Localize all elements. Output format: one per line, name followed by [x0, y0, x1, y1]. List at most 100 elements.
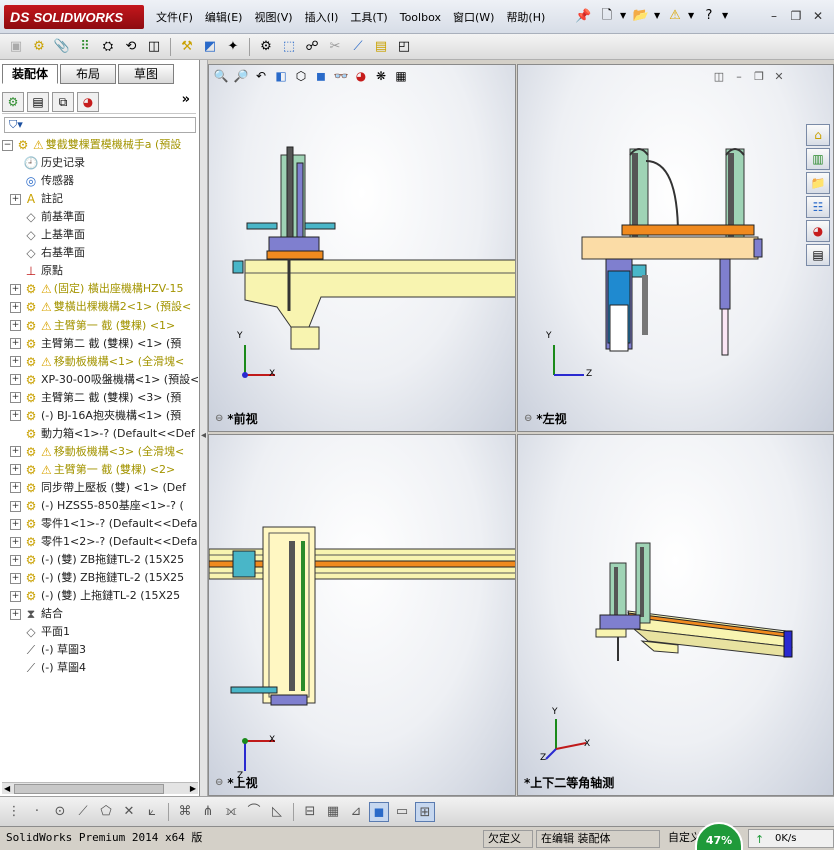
tree-item[interactable]: + ⚙ ⚠ 主臂第一 截 (雙棵) <2>: [10, 461, 175, 479]
linear-pattern-icon[interactable]: ⠿: [75, 37, 95, 57]
tree-item[interactable]: + ⚙ ⚠ 移動板機構<3> (全滑塊<: [10, 443, 184, 461]
scroll-right-icon[interactable]: ▶: [190, 783, 196, 795]
expand-toggle-icon[interactable]: +: [10, 392, 21, 404]
configuration-manager-icon[interactable]: ⧉: [52, 91, 74, 112]
tree-item[interactable]: − ⚙ ⚠ 雙截雙棵置模機械手a (預設: [2, 136, 181, 154]
chevron-down-icon[interactable]: ▼: [688, 6, 696, 26]
expand-toggle-icon[interactable]: +: [10, 283, 21, 295]
mate-icon[interactable]: 📎: [52, 37, 72, 57]
menu-toolbox[interactable]: Toolbox: [394, 11, 447, 24]
interference-detection-icon[interactable]: ✂: [325, 37, 345, 57]
pin-icon[interactable]: 📌: [575, 9, 591, 24]
relations-icon[interactable]: ⊿: [346, 802, 366, 822]
open-folder-icon[interactable]: 📂: [632, 6, 650, 26]
more-tabs-icon[interactable]: »: [182, 92, 190, 107]
close-icon[interactable]: ✕: [810, 8, 826, 24]
expand-toggle-icon[interactable]: +: [10, 410, 21, 422]
tab-layout[interactable]: 布局: [60, 64, 116, 84]
collapse-panel-icon[interactable]: ◂: [201, 416, 207, 456]
explode-line-sketch-icon[interactable]: ☍: [302, 37, 322, 57]
viewport-isometric[interactable]: Y X Z *上下二等角轴测: [517, 434, 834, 796]
viewport-minimize-icon[interactable]: –: [732, 70, 746, 84]
convert-icon[interactable]: ⟗: [221, 802, 241, 822]
previous-view-icon[interactable]: ↶: [252, 67, 270, 85]
link-views-icon[interactable]: ⊖: [215, 777, 223, 788]
chamfer-icon[interactable]: ◺: [267, 802, 287, 822]
viewport-left[interactable]: Y Z ⊖ *左视: [517, 64, 834, 432]
new-motion-study-icon[interactable]: ✦: [223, 37, 243, 57]
display-manager-icon[interactable]: ◕: [77, 91, 99, 112]
dimension-icon[interactable]: ⊟: [300, 802, 320, 822]
shaded-display-icon[interactable]: ◼: [369, 801, 389, 822]
grid-icon[interactable]: ▦: [323, 802, 343, 822]
expand-toggle-icon[interactable]: +: [10, 446, 21, 458]
file-explorer-icon[interactable]: 📁: [806, 172, 830, 194]
expand-toggle-icon[interactable]: +: [10, 464, 21, 476]
tree-item[interactable]: + ⚙ 同步帶上壓板 (雙) <1> (Def: [10, 479, 186, 497]
link-views-icon[interactable]: ⊖: [215, 413, 223, 424]
tree-item[interactable]: + ⚙ 零件1<2>-? (Default<<Defa: [10, 533, 198, 551]
component-icon[interactable]: ▣: [6, 37, 26, 57]
edit-appearance-icon[interactable]: ◕: [352, 67, 370, 85]
hide-show-items-icon[interactable]: 👓: [332, 67, 350, 85]
insert-component-icon[interactable]: ⚙: [29, 37, 49, 57]
feature-manager-icon[interactable]: ⚙: [2, 91, 24, 112]
solidworks-logo[interactable]: DS SOLIDWORKS: [4, 5, 144, 29]
tab-sketch[interactable]: 草图: [118, 64, 174, 84]
viewport-top[interactable]: X Z ⊖ *上视: [208, 434, 516, 796]
four-view-icon[interactable]: ⊞: [415, 801, 435, 822]
chevron-down-icon[interactable]: ▼: [654, 6, 662, 26]
tab-assembly[interactable]: 装配体: [2, 64, 58, 84]
menu-help[interactable]: 帮助(H): [500, 9, 551, 25]
help-icon[interactable]: ?: [700, 6, 718, 26]
tree-item[interactable]: + ⚙ (-) BJ-16A抱夾機構<1> (預: [10, 407, 181, 425]
expand-toggle-icon[interactable]: +: [10, 536, 21, 548]
fillet-icon[interactable]: ⌒: [244, 802, 264, 822]
tree-item[interactable]: ⟋ (-) 草圖4: [10, 659, 86, 677]
expand-toggle-icon[interactable]: +: [10, 608, 21, 620]
expand-toggle-icon[interactable]: +: [10, 500, 21, 512]
tree-horizontal-scrollbar[interactable]: ◀ ▶: [2, 782, 198, 794]
warning-icon[interactable]: ⚠: [666, 6, 684, 26]
menu-view[interactable]: 视图(V): [248, 9, 298, 25]
tree-item[interactable]: + ⚙ (-) (雙) 上拖鏈TL-2 (15X25: [10, 587, 180, 605]
restore-icon[interactable]: ❐: [788, 8, 804, 24]
solidworks-resources-icon[interactable]: ⌂: [806, 124, 830, 146]
hole-alignment-icon[interactable]: ▤: [371, 37, 391, 57]
tree-item[interactable]: ⟋ (-) 草圖3: [10, 641, 86, 659]
viewport-split-icon[interactable]: ◫: [712, 70, 726, 84]
clearance-icon[interactable]: ⟋: [348, 37, 368, 57]
appearances-icon[interactable]: ◕: [806, 220, 830, 242]
scroll-thumb[interactable]: [14, 784, 164, 794]
expand-toggle-icon[interactable]: +: [10, 338, 21, 350]
view-settings-icon[interactable]: ▦: [392, 67, 410, 85]
custom-units[interactable]: 自定义: [664, 830, 701, 848]
tree-item[interactable]: + ⚙ XP-30-00吸盤機構<1> (預設<: [10, 371, 198, 389]
tree-item[interactable]: + ⚙ ⚠ 移動板機構<1> (全滑塊<: [10, 353, 184, 371]
expand-toggle-icon[interactable]: +: [10, 193, 21, 205]
single-view-icon[interactable]: ▭: [392, 802, 412, 822]
tree-item[interactable]: 🕘 历史记录: [10, 154, 85, 172]
menu-tools[interactable]: 工具(T): [344, 9, 393, 25]
viewport-close-icon[interactable]: ✕: [772, 70, 786, 84]
menu-insert[interactable]: 插入(I): [299, 9, 345, 25]
tree-item[interactable]: + ⚙ 主臂第二 截 (雙棵) <1> (預: [10, 335, 181, 353]
expand-toggle-icon[interactable]: +: [10, 554, 21, 566]
expand-toggle-icon[interactable]: −: [2, 139, 13, 151]
tree-item[interactable]: + A 註記: [10, 190, 63, 208]
tree-item[interactable]: + ⚙ ⚠ 雙橫出棵機構2<1> (預設<: [10, 298, 191, 316]
tree-item[interactable]: ⚙ 動力箱<1>-? (Default<<Def: [10, 425, 195, 443]
line-icon[interactable]: ⟋: [73, 802, 93, 822]
chevron-down-icon[interactable]: ▼: [620, 6, 628, 26]
smart-fasteners-icon[interactable]: ⛭: [98, 37, 118, 57]
menu-file[interactable]: 文件(F): [150, 9, 199, 25]
minimize-icon[interactable]: –: [766, 8, 782, 24]
tree-item[interactable]: + ⧗ 結合: [10, 605, 63, 623]
expand-toggle-icon[interactable]: +: [10, 374, 21, 386]
tree-item[interactable]: + ⚙ (-) (雙) ZB拖鏈TL-2 (15X25: [10, 551, 184, 569]
bill-of-materials-icon[interactable]: ⚙: [256, 37, 276, 57]
menu-window[interactable]: 窗口(W): [447, 9, 500, 25]
tree-item[interactable]: ◇ 平面1: [10, 623, 70, 641]
panel-splitter[interactable]: ◂: [200, 60, 208, 796]
mirror-icon[interactable]: ⋔: [198, 802, 218, 822]
